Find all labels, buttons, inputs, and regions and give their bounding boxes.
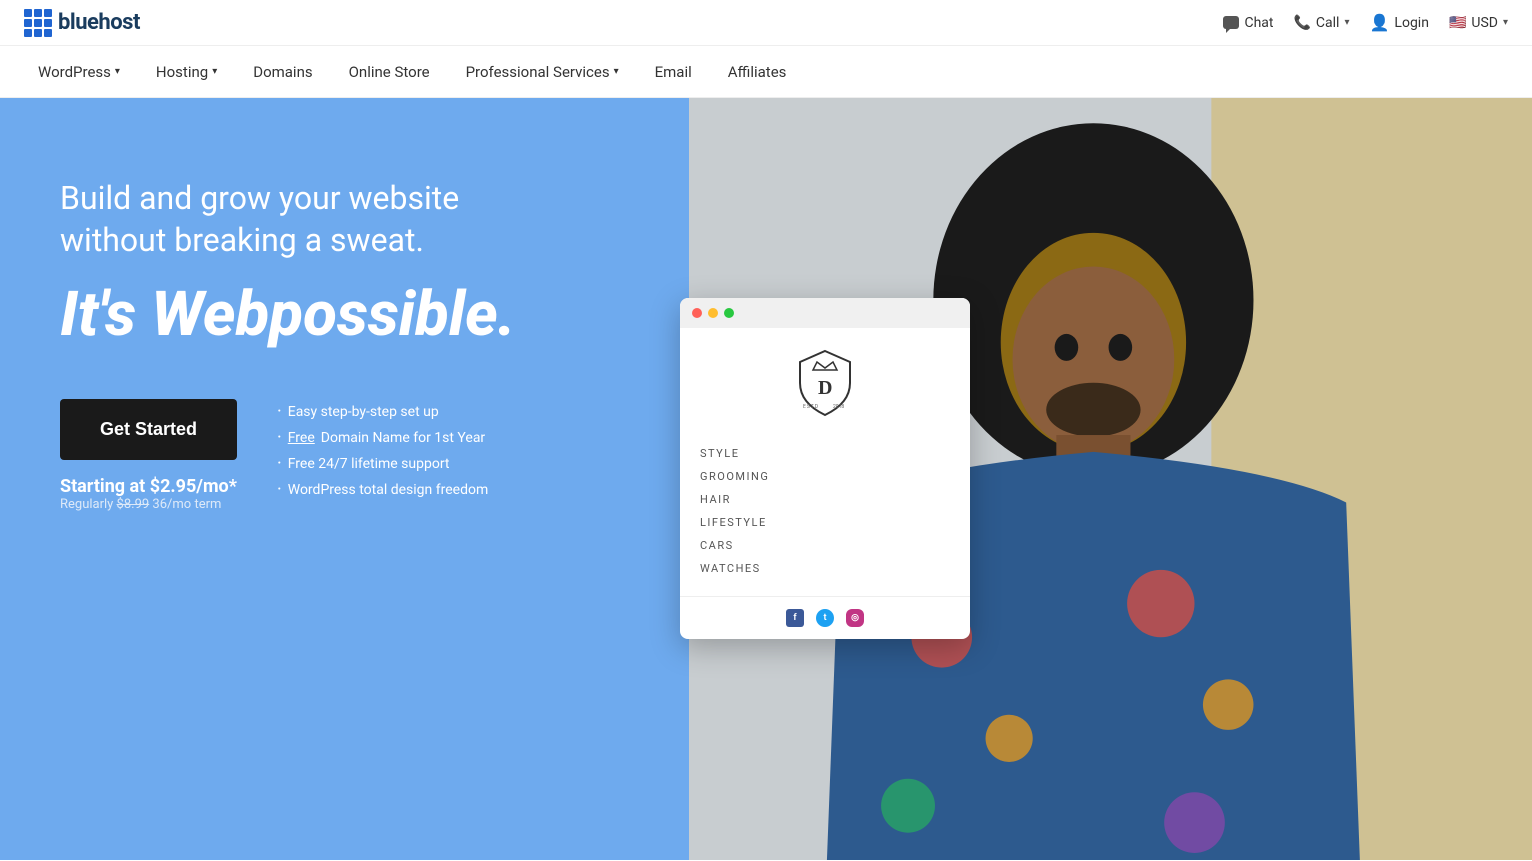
chat-label: Chat [1244, 15, 1273, 31]
svg-text:2018: 2018 [833, 404, 844, 410]
hero-content: Build and grow your website without brea… [0, 98, 580, 860]
features-list: Easy step-by-step set up Free Domain Nam… [277, 399, 488, 503]
hero-section: Build and grow your website without brea… [0, 98, 1532, 860]
card-menu-item-lifestyle: LIFESTYLE [700, 511, 950, 534]
prof-services-chevron-icon: ▾ [614, 66, 619, 77]
cta-left: Get Started Starting at $2.95/mo* Regula… [60, 399, 237, 512]
phone-icon: 📞 [1293, 15, 1310, 31]
grid-icon [24, 9, 52, 37]
wordpress-chevron-icon: ▾ [115, 66, 120, 77]
cta-section: Get Started Starting at $2.95/mo* Regula… [60, 399, 520, 512]
card-menu-item-watches: WATCHES [700, 557, 950, 580]
card-menu-item-style: STYLE [700, 442, 950, 465]
price-strikethrough: $8.99 [117, 497, 150, 512]
pricing-info: Starting at $2.95/mo* Regularly $8.99 36… [60, 476, 237, 512]
nav-item-domains[interactable]: Domains [239, 55, 326, 89]
nav-item-hosting[interactable]: Hosting ▾ [142, 55, 231, 89]
call-link[interactable]: 📞 Call ▾ [1293, 15, 1349, 31]
top-bar: bluehost Chat 📞 Call ▾ 👤 Login 🇺🇸 USD ▾ [0, 0, 1532, 46]
window-dot-green [724, 308, 734, 318]
hosting-chevron-icon: ▾ [212, 66, 217, 77]
hero-subtitle: Build and grow your website without brea… [60, 178, 520, 261]
login-link[interactable]: 👤 Login [1370, 13, 1429, 32]
logo-text[interactable]: bluehost [58, 10, 140, 35]
feature-item-3: Free 24/7 lifetime support [277, 451, 488, 477]
twitter-icon: t [816, 609, 834, 627]
shield-svg: D ESTD 2018 [795, 348, 855, 418]
feature-item-4: WordPress total design freedom [277, 477, 488, 503]
facebook-icon: f [786, 609, 804, 627]
person-icon: 👤 [1370, 13, 1390, 32]
card-menu: STYLE GROOMING HAIR LIFESTYLE CARS WATCH… [700, 442, 950, 580]
currency-selector[interactable]: 🇺🇸 USD ▾ [1449, 15, 1508, 31]
chat-link[interactable]: Chat [1223, 15, 1273, 31]
chat-bubble-icon [1223, 16, 1239, 29]
nav-item-affiliates[interactable]: Affiliates [714, 55, 801, 89]
window-dot-red [692, 308, 702, 318]
logo-area: bluehost [24, 9, 140, 37]
call-label: Call [1316, 15, 1340, 31]
window-dot-yellow [708, 308, 718, 318]
price-regular: Regularly $8.99 36/mo term [60, 497, 237, 512]
card-menu-item-grooming: GROOMING [700, 465, 950, 488]
nav-item-email[interactable]: Email [641, 55, 706, 89]
card-footer: f t ◎ [680, 596, 970, 639]
card-logo: D ESTD 2018 [700, 348, 950, 422]
svg-text:D: D [818, 377, 832, 399]
card-body: D ESTD 2018 STYLE GROOMING HAIR LIFESTYL… [680, 328, 970, 596]
call-chevron-icon: ▾ [1344, 17, 1349, 28]
top-bar-right: Chat 📞 Call ▾ 👤 Login 🇺🇸 USD ▾ [1223, 13, 1508, 32]
feature-item-2: Free Domain Name for 1st Year [277, 425, 488, 451]
get-started-button[interactable]: Get Started [60, 399, 237, 460]
preview-card: D ESTD 2018 STYLE GROOMING HAIR LIFESTYL… [680, 298, 970, 639]
nav-item-online-store[interactable]: Online Store [335, 55, 444, 89]
login-label: Login [1394, 15, 1429, 31]
svg-text:ESTD: ESTD [803, 404, 819, 410]
card-titlebar [680, 298, 970, 328]
feature-item-1: Easy step-by-step set up [277, 399, 488, 425]
instagram-icon: ◎ [846, 609, 864, 627]
nav-item-professional-services[interactable]: Professional Services ▾ [452, 55, 633, 89]
card-menu-item-hair: HAIR [700, 488, 950, 511]
card-menu-item-cars: CARS [700, 534, 950, 557]
main-nav: WordPress ▾ Hosting ▾ Domains Online Sto… [0, 46, 1532, 98]
currency-chevron-icon: ▾ [1503, 17, 1508, 28]
hero-title: It's Webpossible. [60, 281, 520, 349]
price-main: Starting at $2.95/mo* [60, 476, 237, 497]
nav-item-wordpress[interactable]: WordPress ▾ [24, 55, 134, 89]
flag-icon: 🇺🇸 [1449, 15, 1466, 31]
currency-label: USD [1471, 15, 1498, 31]
